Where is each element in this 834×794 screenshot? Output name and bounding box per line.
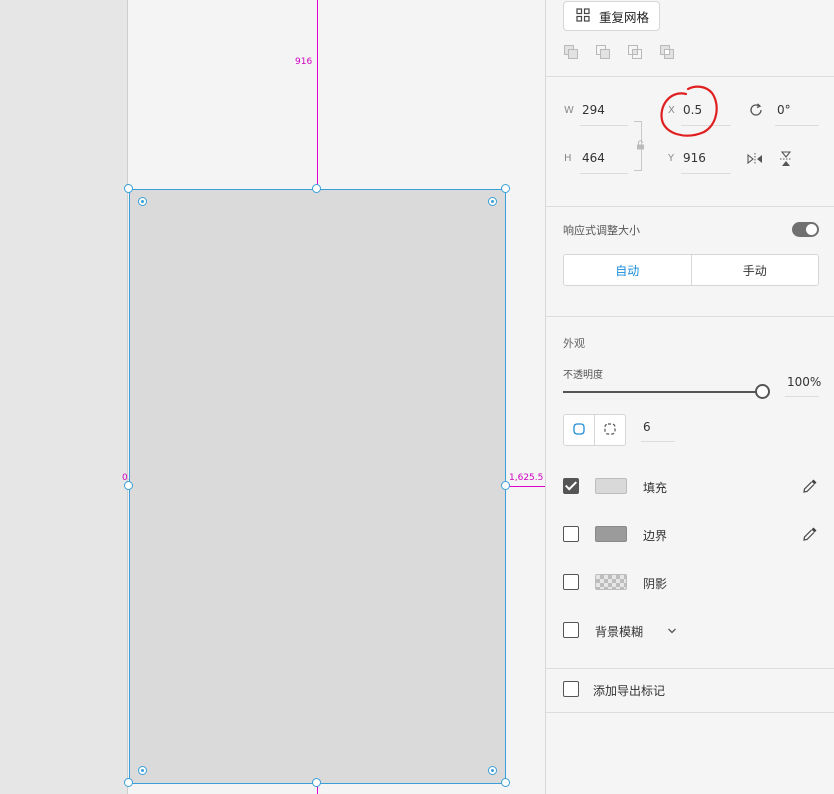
opacity-slider-track[interactable]	[563, 391, 763, 393]
corner-radius-handle-top-left[interactable]	[138, 197, 147, 206]
resize-handle-bottom-right[interactable]	[501, 778, 510, 787]
repeat-grid-section: 重复网格	[546, 0, 834, 77]
fill-label: 填充	[643, 481, 668, 495]
height-field[interactable]: 464	[582, 151, 605, 165]
flip-horizontal-icon[interactable]	[747, 152, 763, 169]
boolean-add-icon[interactable]	[563, 44, 579, 60]
border-color-swatch[interactable]	[595, 526, 627, 542]
background-blur-row: 背景模糊	[563, 621, 819, 641]
rotate-icon	[748, 102, 764, 121]
dashed-corners-icon	[604, 422, 616, 438]
corner-mode-segmented-control	[563, 414, 626, 446]
y-field-underline	[681, 173, 731, 174]
corner-radius-underline	[641, 441, 675, 442]
width-field[interactable]: 294	[582, 103, 605, 117]
boolean-intersect-icon[interactable]	[627, 44, 643, 60]
y-position-field[interactable]: 916	[683, 151, 706, 165]
corner-radius-handle-bottom-right[interactable]	[488, 766, 497, 775]
resize-manual-button[interactable]: 手动	[692, 255, 819, 285]
chevron-down-icon[interactable]	[667, 624, 677, 638]
background-blur-label: 背景模糊	[595, 625, 644, 639]
height-field-underline	[580, 173, 628, 174]
resize-handle-right[interactable]	[501, 481, 510, 490]
width-label: W	[564, 105, 574, 116]
fill-row: 填充	[563, 477, 819, 497]
grid-icon	[576, 7, 590, 25]
background-blur-checkbox[interactable]	[563, 622, 579, 638]
resize-auto-button[interactable]: 自动	[564, 255, 692, 285]
y-label: Y	[668, 153, 675, 164]
property-inspector: 重复网格 W 294 H 464 X 0.5 Y 916 0° 响应式调整大小 …	[545, 0, 834, 794]
fill-color-swatch[interactable]	[595, 478, 627, 494]
opacity-field-underline	[785, 396, 819, 397]
lock-icon[interactable]	[636, 139, 645, 153]
resize-mode-segmented-control: 自动 手动	[563, 254, 819, 286]
shadow-label: 阴影	[643, 577, 668, 591]
opacity-value-field[interactable]: 100%	[787, 375, 821, 389]
repeat-grid-label: 重复网格	[599, 9, 650, 25]
export-mark-row: 添加导出标记	[563, 680, 819, 700]
flip-vertical-icon[interactable]	[779, 151, 793, 170]
boolean-exclude-icon[interactable]	[659, 44, 675, 60]
export-mark-checkbox[interactable]	[563, 681, 579, 697]
distance-guide-top	[317, 0, 318, 188]
shadow-row: 阴影	[563, 573, 819, 593]
pasteboard-area	[0, 0, 128, 794]
shadow-checkbox[interactable]	[563, 574, 579, 590]
width-field-underline	[580, 125, 628, 126]
opacity-label: 不透明度	[563, 370, 603, 381]
opacity-slider-thumb[interactable]	[755, 384, 770, 399]
resize-handle-top-left[interactable]	[124, 184, 133, 193]
boolean-subtract-icon[interactable]	[595, 44, 611, 60]
fill-checkbox[interactable]	[563, 478, 579, 494]
resize-handle-top[interactable]	[312, 184, 321, 193]
border-label: 边界	[643, 529, 668, 543]
corner-radius-handle-top-right[interactable]	[488, 197, 497, 206]
corner-individual-button[interactable]	[595, 415, 625, 445]
appearance-title: 外观	[563, 337, 585, 350]
design-canvas[interactable]: 916 0.5 1,625.5	[0, 0, 545, 794]
resize-handle-top-right[interactable]	[501, 184, 510, 193]
border-row: 边界	[563, 525, 819, 545]
responsive-resize-toggle[interactable]	[792, 222, 819, 237]
corner-uniform-button[interactable]	[564, 415, 595, 445]
distance-guide-right	[506, 486, 545, 487]
rotation-field-underline	[775, 125, 819, 126]
measure-label-top: 916	[295, 57, 313, 67]
shadow-swatch[interactable]	[595, 574, 627, 590]
eyedropper-icon[interactable]	[801, 525, 819, 543]
resize-handle-left[interactable]	[124, 481, 133, 490]
corner-radius-field[interactable]: 6	[643, 420, 651, 434]
selected-rectangle[interactable]	[129, 189, 506, 784]
border-checkbox[interactable]	[563, 526, 579, 542]
responsive-resize-label: 响应式调整大小	[563, 224, 640, 237]
resize-handle-bottom-left[interactable]	[124, 778, 133, 787]
rounded-square-icon	[573, 422, 585, 438]
corner-radius-handle-bottom-left[interactable]	[138, 766, 147, 775]
measure-label-right: 1,625.5	[509, 473, 544, 483]
rotation-field[interactable]: 0°	[777, 103, 791, 117]
repeat-grid-button[interactable]: 重复网格	[563, 1, 660, 31]
height-label: H	[564, 153, 572, 164]
resize-handle-bottom[interactable]	[312, 778, 321, 787]
red-annotation-circle	[660, 85, 718, 137]
export-mark-label: 添加导出标记	[593, 684, 666, 698]
eyedropper-icon[interactable]	[801, 477, 819, 495]
